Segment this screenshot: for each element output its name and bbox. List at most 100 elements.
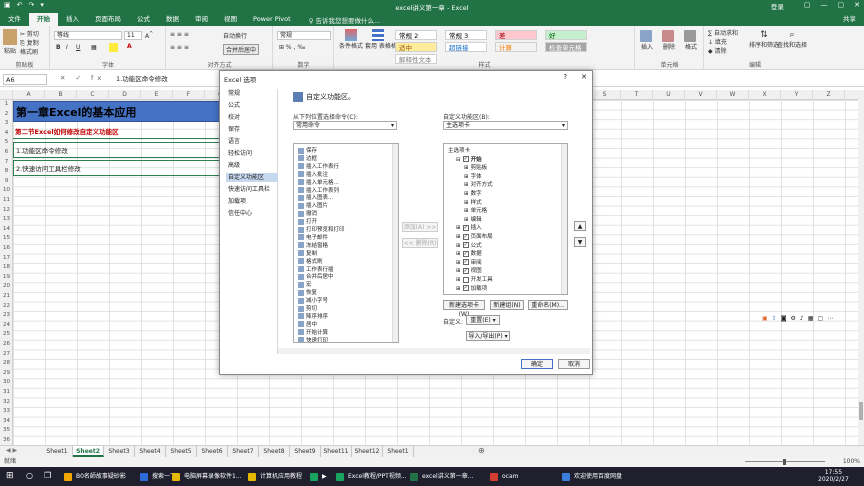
new-tab-button[interactable]: 新建选项卡(W) (443, 300, 485, 318)
taskbar-app[interactable]: 计算机应用教程 (246, 469, 304, 484)
ribbon-tree-item[interactable]: ⊞ ✓ 审阅 (456, 258, 482, 266)
ribbon-tree-item[interactable]: ⊟ ✓ 开始 (456, 155, 482, 163)
command-item[interactable]: 插入图表... (298, 193, 333, 201)
tell-me-box[interactable]: ♀ 告诉我您想要做什么... (309, 15, 381, 25)
tab-home[interactable]: 开始 (29, 13, 58, 26)
row-header[interactable]: 29 (0, 369, 13, 379)
ribbon-tree-item[interactable]: ⊞ 字体 (464, 172, 482, 180)
expand-icon[interactable]: ⊞ (456, 277, 461, 283)
find-select-button[interactable]: ⌕ 查找和选择 (777, 30, 807, 49)
row-header[interactable]: 35 (0, 426, 13, 436)
column-header[interactable]: F (173, 90, 205, 100)
grid-icon[interactable]: ▦ (808, 315, 814, 322)
move-up-button[interactable]: ▲ (574, 221, 586, 231)
camera-icon[interactable]: ◙ (781, 315, 787, 322)
align-top-icon[interactable]: ≡ ≡ ≡ (170, 31, 189, 38)
column-header[interactable]: V (685, 90, 717, 100)
tree-scrollbar[interactable] (561, 144, 567, 294)
commands-list[interactable]: 保存 边框 插入工作表行 插入批注 插入单元格... 插入工作表列 插入图表... 插入图片撤… (293, 143, 399, 343)
remove-button[interactable]: << 删除(R) (402, 238, 438, 248)
name-box[interactable]: A6 (3, 74, 47, 85)
underline-button[interactable]: U (76, 44, 80, 51)
new-group-button[interactable]: 新建组(N) (490, 300, 524, 310)
fill-color-icon[interactable] (109, 43, 120, 52)
sheet-tab[interactable]: Sheet9 (290, 446, 321, 457)
tree-checkbox[interactable]: ✓ (462, 285, 469, 292)
commands-scrollbar[interactable] (392, 144, 398, 342)
command-item[interactable]: 插入工作表列 (298, 186, 339, 194)
options-nav-item[interactable]: 保存 (226, 125, 278, 134)
windows-start-icon[interactable]: ⊞ (6, 471, 14, 481)
row-header[interactable]: 23 (0, 311, 13, 321)
options-nav-item[interactable]: 加载项 (226, 197, 278, 206)
format-as-table-button[interactable]: 套用 表格格式 (365, 29, 403, 50)
tree-checkbox[interactable]: ✓ (462, 233, 469, 240)
right-target-select[interactable]: 主选项卡 (443, 121, 568, 130)
command-item[interactable]: 居中 (298, 320, 317, 328)
tree-checkbox[interactable]: ✓ (462, 250, 469, 257)
row-header[interactable]: 9 (0, 177, 13, 187)
tree-checkbox[interactable]: ✓ (462, 267, 469, 274)
dialog-close-icon[interactable]: ✕ (581, 73, 587, 81)
row-header[interactable]: 4 (0, 129, 13, 139)
row-header[interactable]: 14 (0, 225, 13, 235)
column-header[interactable]: A (13, 90, 45, 100)
command-item[interactable]: 边框 (298, 154, 317, 162)
row-header[interactable]: 20 (0, 282, 13, 292)
command-item[interactable]: 剪切 (298, 304, 317, 312)
row-header[interactable]: 8 (0, 167, 13, 177)
formula-input[interactable]: 1.功能区命令修改 (116, 74, 168, 84)
cell-a4[interactable]: 2.快速访问工具栏修改 (13, 160, 220, 176)
cell-a1[interactable]: 第一章Excel的基本应用 (13, 101, 220, 122)
command-item[interactable]: 打印预览和打印 (298, 225, 345, 233)
settings-icon[interactable]: ⚙ (791, 315, 796, 322)
task-view-icon[interactable]: ❐ (44, 471, 51, 480)
cancel-button[interactable]: 取消 (558, 359, 590, 369)
row-header[interactable]: 5 (0, 138, 13, 148)
tab-view[interactable]: 视图 (216, 13, 245, 26)
row-header[interactable]: 10 (0, 186, 13, 196)
help-icon[interactable]: ? (563, 73, 567, 81)
expand-icon[interactable]: ⊞ (464, 165, 469, 171)
close-button[interactable]: ✕ (854, 1, 860, 11)
cell-style-item[interactable]: 常规 2 (395, 30, 437, 40)
select-all-corner[interactable] (0, 90, 13, 100)
column-header[interactable]: S (589, 90, 621, 100)
expand-icon[interactable]: ⊞ (464, 182, 469, 188)
row-header[interactable]: 15 (0, 234, 13, 244)
import-export-button[interactable]: 导入/导出(P) ▾ (466, 331, 510, 341)
ribbon-tree-item[interactable]: ⊞ ✓ 页面布局 (456, 232, 493, 240)
row-header[interactable]: 1 (0, 100, 13, 110)
expand-icon[interactable]: ⊞ (456, 286, 461, 292)
sheet-tab[interactable]: Sheet2 (73, 446, 104, 457)
italic-button[interactable]: I (66, 44, 68, 51)
column-header[interactable]: E (141, 90, 173, 100)
cell-style-item[interactable]: 计算 (495, 42, 537, 52)
zoom-level[interactable]: 100% (843, 457, 860, 467)
sheet-tab[interactable]: Sheet1 (42, 446, 73, 457)
border-icon[interactable]: ▦ (91, 44, 97, 51)
taskbar-app[interactable]: ocam (488, 469, 548, 484)
paste-button[interactable]: 粘贴 (3, 29, 17, 55)
cell-a2[interactable]: 第二节Excel如何修改自定义功能区 (13, 125, 220, 139)
column-header[interactable]: Y (781, 90, 813, 100)
sheet-tab[interactable]: Sheet7 (228, 446, 259, 457)
command-item[interactable]: 快速打印 (298, 336, 328, 342)
row-header[interactable]: 32 (0, 398, 13, 408)
login-link[interactable]: 登录 (771, 1, 784, 11)
command-item[interactable]: 宏 (298, 280, 312, 288)
expand-icon[interactable]: ⊞ (456, 260, 461, 266)
sheet-tab[interactable]: Sheet1 (383, 446, 414, 457)
cut-button[interactable]: ✂ 剪切 (20, 29, 39, 38)
align-left-icon[interactable]: ≡ ≡ ≡ (170, 44, 189, 51)
command-item[interactable]: 撤消 (298, 209, 317, 217)
command-item[interactable]: 插入单元格... (298, 178, 339, 186)
row-header[interactable]: 21 (0, 292, 13, 302)
command-item[interactable]: 降序排序 (298, 312, 328, 320)
ribbon-tree-item[interactable]: ⊞ ✓ 视图 (456, 266, 482, 274)
mic-icon[interactable]: ♪ (800, 315, 804, 322)
reset-button[interactable]: 重置(E) ▾ (466, 315, 500, 325)
expand-icon[interactable]: ⊞ (464, 191, 469, 197)
row-header[interactable]: 34 (0, 417, 13, 427)
tree-checkbox[interactable]: ✓ (462, 224, 469, 231)
